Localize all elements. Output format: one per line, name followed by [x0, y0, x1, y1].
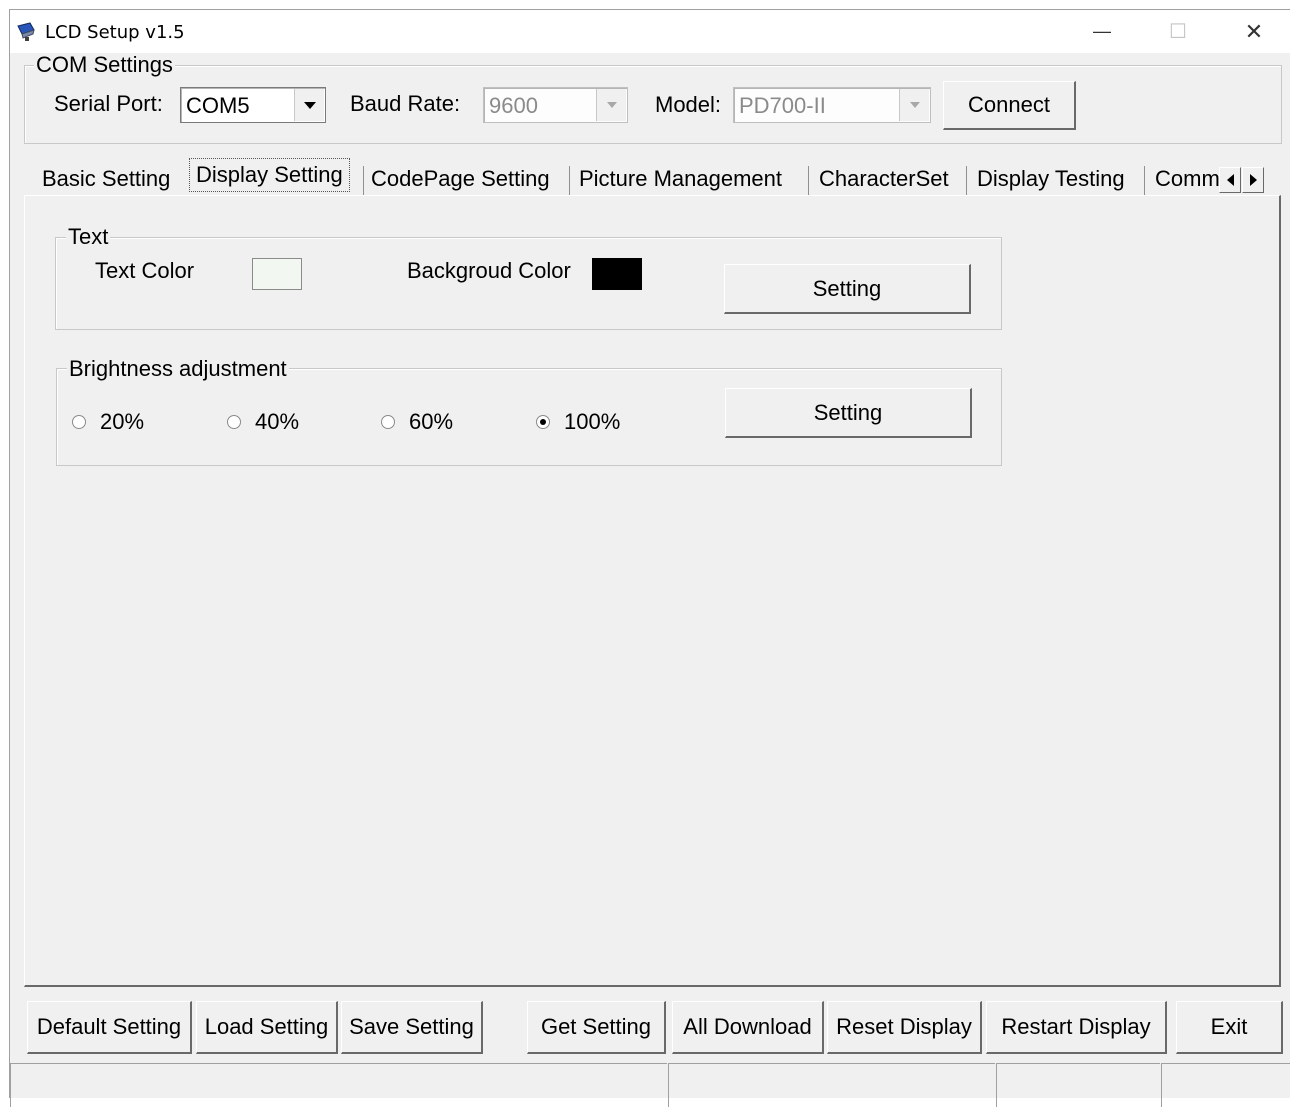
- tab-separator: [569, 166, 570, 196]
- app-window: LCD Setup v1.5 — ☐ ✕ COM Settings Serial…: [9, 9, 1290, 1107]
- tab-separator: [966, 166, 967, 196]
- window-title: LCD Setup v1.5: [45, 22, 185, 43]
- baud-rate-label: Baud Rate:: [350, 91, 461, 116]
- text-group-legend: Text: [66, 224, 111, 249]
- tab-codepage-setting[interactable]: CodePage Setting: [365, 161, 556, 197]
- model-label: Model:: [655, 92, 722, 117]
- all-download-button[interactable]: All Download: [672, 1001, 824, 1054]
- maximize-button[interactable]: ☐: [1141, 10, 1215, 53]
- close-button[interactable]: ✕: [1217, 10, 1290, 53]
- title-bar: LCD Setup v1.5 — ☐ ✕: [10, 10, 1290, 53]
- tab-comm-clip: Comm: [1149, 161, 1219, 197]
- text-setting-button[interactable]: Setting: [724, 264, 971, 314]
- connect-button[interactable]: Connect: [943, 81, 1076, 130]
- status-panel: [10, 1063, 667, 1107]
- text-color-swatch[interactable]: [252, 258, 302, 290]
- text-color-label: Text Color: [95, 258, 195, 283]
- maximize-icon: ☐: [1169, 21, 1187, 43]
- tab-separator: [1144, 166, 1145, 196]
- brightness-20-radio[interactable]: [72, 415, 86, 429]
- brightness-60-label[interactable]: 60%: [409, 409, 453, 435]
- tab-scroll-right-button[interactable]: [1242, 167, 1264, 193]
- tab-scroll-left-button[interactable]: [1219, 167, 1241, 193]
- arrow-right-icon: [1249, 174, 1257, 186]
- brightness-60-radio[interactable]: [381, 415, 395, 429]
- serial-port-value: COM5: [186, 93, 250, 118]
- background-color-swatch[interactable]: [592, 258, 642, 290]
- brightness-20-label[interactable]: 20%: [100, 409, 144, 435]
- model-value: PD700-II: [739, 93, 826, 118]
- restart-display-button[interactable]: Restart Display: [986, 1001, 1167, 1054]
- brightness-100-radio[interactable]: [536, 415, 550, 429]
- serial-port-select[interactable]: COM5: [180, 87, 326, 123]
- status-panel: [996, 1063, 1160, 1107]
- chevron-down-icon[interactable]: [596, 89, 626, 121]
- chevron-down-icon[interactable]: [899, 89, 929, 121]
- default-setting-button[interactable]: Default Setting: [27, 1001, 192, 1054]
- com-settings-legend: COM Settings: [34, 52, 175, 77]
- close-icon: ✕: [1244, 18, 1264, 44]
- tab-separator: [808, 166, 809, 196]
- serial-port-label: Serial Port:: [54, 91, 163, 116]
- tab-display-setting[interactable]: Display Setting: [189, 158, 350, 192]
- minimize-button[interactable]: —: [1065, 10, 1139, 53]
- get-setting-button[interactable]: Get Setting: [527, 1001, 666, 1054]
- baud-rate-value: 9600: [489, 93, 538, 118]
- tab-separator: [363, 166, 364, 196]
- brightness-setting-button[interactable]: Setting: [725, 388, 972, 438]
- model-select[interactable]: PD700-II: [733, 87, 931, 123]
- lcd-app-icon: [17, 22, 35, 41]
- save-setting-button[interactable]: Save Setting: [341, 1001, 483, 1054]
- tab-picture-management[interactable]: Picture Management: [573, 161, 788, 197]
- arrow-left-icon: [1226, 174, 1234, 186]
- exit-button[interactable]: Exit: [1176, 1001, 1283, 1054]
- brightness-40-radio[interactable]: [227, 415, 241, 429]
- brightness-40-label[interactable]: 40%: [255, 409, 299, 435]
- load-setting-button[interactable]: Load Setting: [196, 1001, 338, 1054]
- background-color-label: Backgroud Color: [407, 258, 571, 283]
- brightness-group-legend: Brightness adjustment: [67, 356, 289, 381]
- brightness-100-label[interactable]: 100%: [564, 409, 620, 435]
- status-panel: [668, 1063, 995, 1107]
- tab-display-testing[interactable]: Display Testing: [971, 161, 1131, 197]
- tab-characterset[interactable]: CharacterSet: [813, 161, 955, 197]
- baud-rate-select[interactable]: 9600: [483, 87, 628, 123]
- chevron-down-icon[interactable]: [294, 89, 324, 121]
- tab-comm[interactable]: Comm: [1149, 161, 1219, 197]
- status-panel: [1161, 1063, 1290, 1107]
- minimize-icon: —: [1093, 21, 1111, 41]
- reset-display-button[interactable]: Reset Display: [827, 1001, 982, 1054]
- tab-basic-setting[interactable]: Basic Setting: [36, 161, 176, 197]
